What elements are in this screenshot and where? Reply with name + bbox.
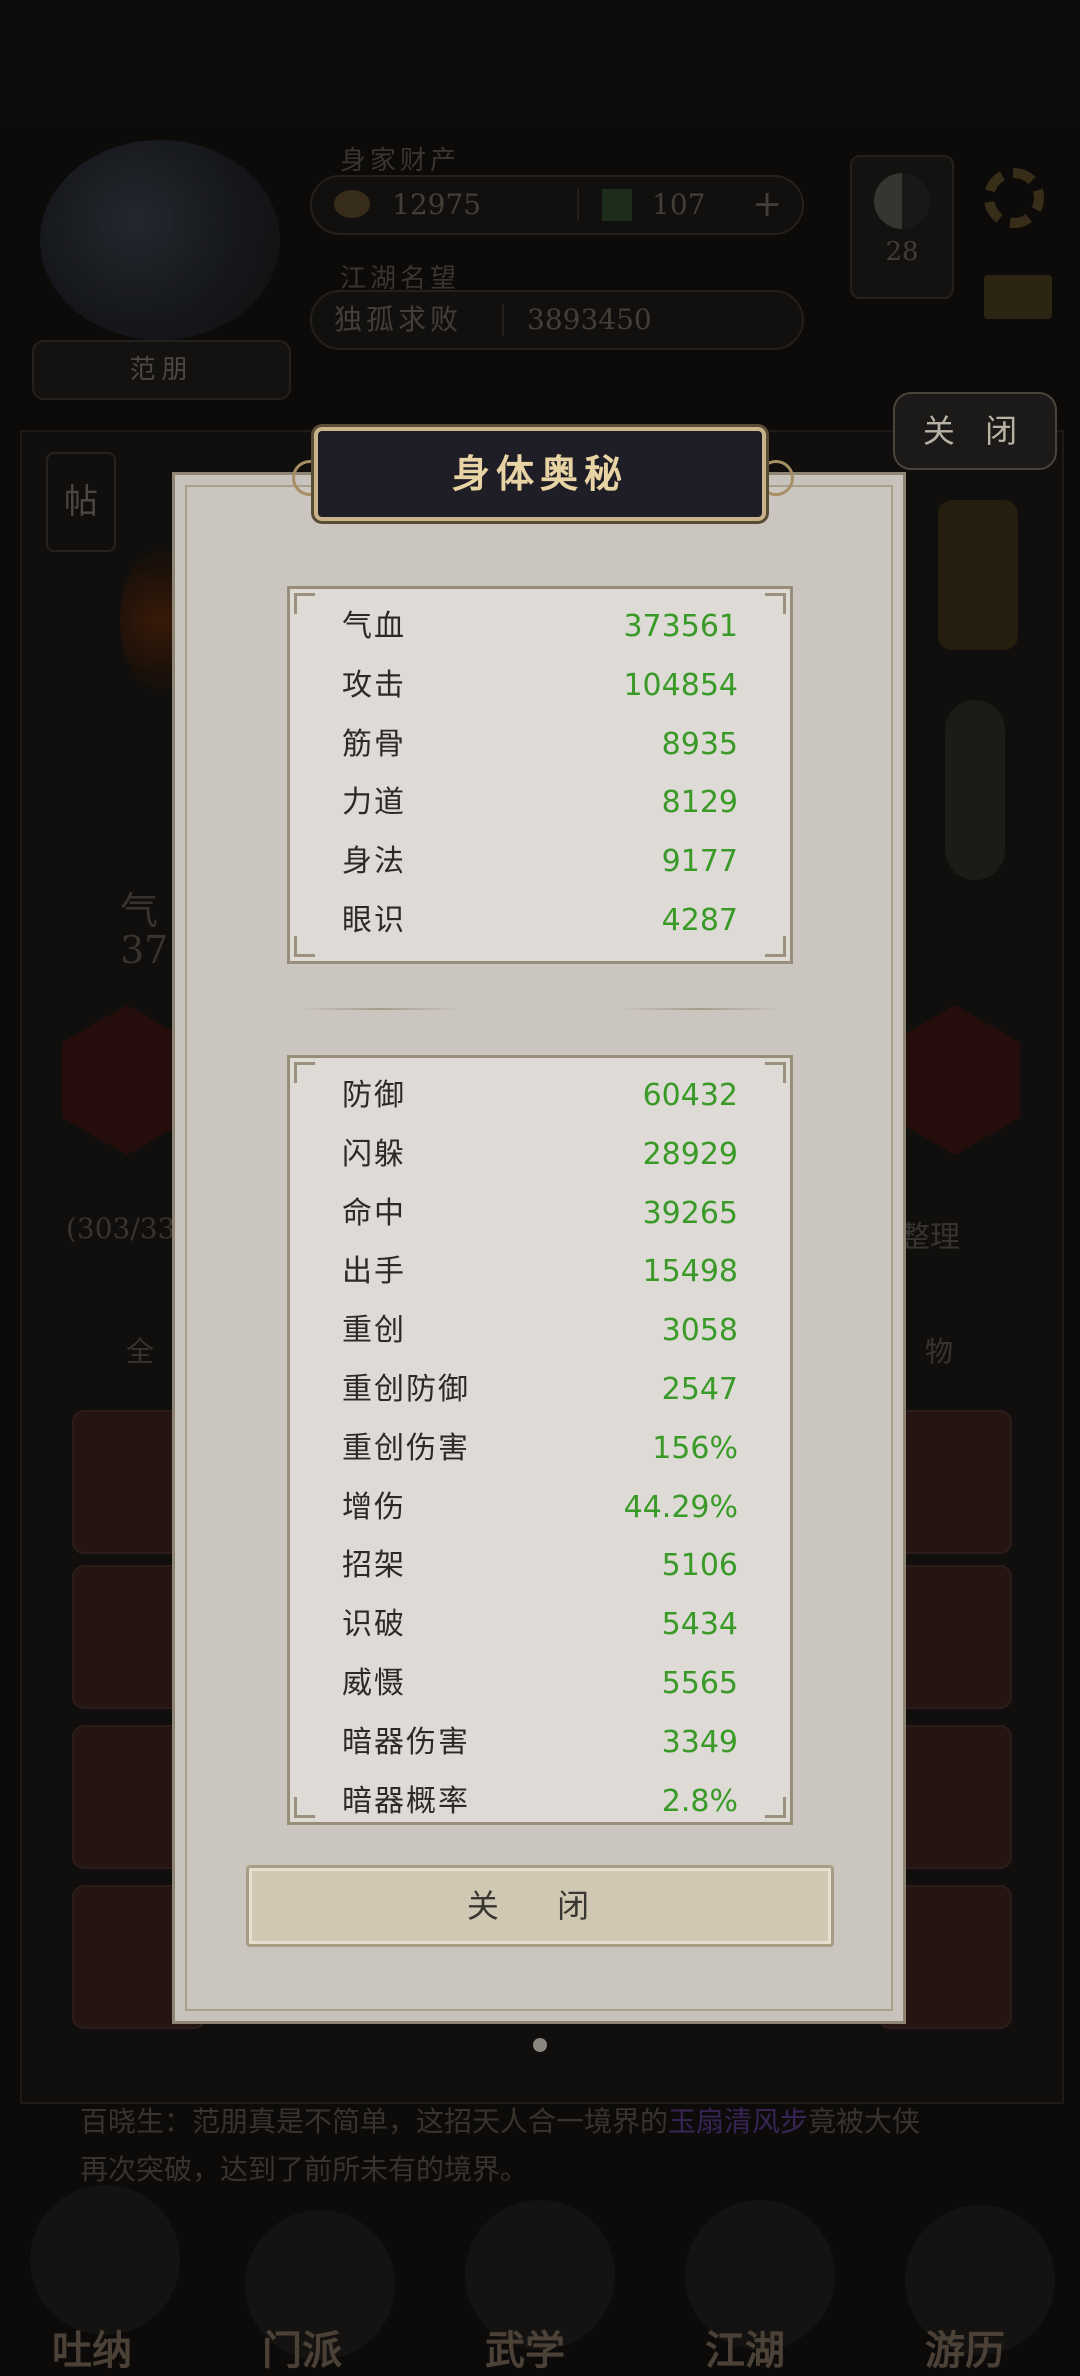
stat-row: 威慑 5565 bbox=[290, 1655, 790, 1713]
stat-name: 筋骨 bbox=[342, 726, 406, 762]
stat-value: 39265 bbox=[642, 1195, 738, 1231]
stat-row: 出手 15498 bbox=[290, 1243, 790, 1301]
stat-name: 重创 bbox=[342, 1313, 406, 1349]
stat-name: 命中 bbox=[342, 1195, 406, 1231]
stat-name: 招架 bbox=[342, 1548, 406, 1584]
stat-row: 闪躲 28929 bbox=[290, 1126, 790, 1184]
dialog-close-button[interactable]: 关 闭 bbox=[246, 1865, 834, 1947]
outer-close-button[interactable]: 关 闭 bbox=[893, 392, 1057, 470]
stat-row: 命中 39265 bbox=[290, 1185, 790, 1243]
ornament-divider-right bbox=[620, 1008, 780, 1010]
stat-row: 暗器伤害 3349 bbox=[290, 1714, 790, 1772]
stat-name: 威慑 bbox=[342, 1666, 406, 1701]
stat-row: 筋骨 8935 bbox=[290, 716, 790, 774]
stat-row: 重创伤害 156% bbox=[290, 1420, 790, 1478]
stat-name: 力道 bbox=[342, 785, 406, 821]
stat-row: 身法 9177 bbox=[290, 833, 790, 891]
stat-row: 防御 60432 bbox=[290, 1067, 790, 1125]
stat-row: 重创 3058 bbox=[290, 1302, 790, 1360]
stat-value: 4287 bbox=[661, 903, 738, 938]
stat-value: 2547 bbox=[661, 1372, 738, 1407]
stat-value: 3058 bbox=[661, 1313, 738, 1349]
stat-name: 防御 bbox=[342, 1078, 406, 1113]
stat-name: 眼识 bbox=[342, 903, 406, 938]
stat-name: 暗器概率 bbox=[342, 1783, 470, 1819]
stat-value: 15498 bbox=[642, 1254, 738, 1290]
advanced-stats-panel[interactable]: 防御 60432 闪躲 28929 命中 39265 出手 15498 重创 3058 重创防御 25… bbox=[287, 1055, 793, 1825]
stat-name: 气血 bbox=[342, 609, 406, 644]
stat-value: 2.8% bbox=[661, 1783, 738, 1819]
stat-value: 44.29% bbox=[623, 1489, 738, 1525]
stat-value: 5434 bbox=[661, 1607, 738, 1643]
stat-name: 身法 bbox=[342, 844, 406, 880]
stat-row: 暗器概率 2.8% bbox=[290, 1773, 790, 1822]
dialog-title: 身体奥秘 bbox=[314, 427, 766, 521]
base-stats-panel: 气血 373561 攻击 104854 筋骨 8935 力道 8129 身法 9177 眼识 4287 bbox=[287, 586, 793, 964]
stat-name: 识破 bbox=[342, 1607, 406, 1643]
stat-row: 增伤 44.29% bbox=[290, 1479, 790, 1537]
stat-value: 8935 bbox=[661, 726, 738, 762]
page-indicator-dot bbox=[533, 2038, 547, 2052]
stat-name: 重创防御 bbox=[342, 1372, 470, 1407]
stat-value: 9177 bbox=[661, 844, 738, 880]
stat-name: 闪躲 bbox=[342, 1136, 406, 1172]
stat-name: 暗器伤害 bbox=[342, 1724, 470, 1760]
stat-value: 28929 bbox=[642, 1136, 738, 1172]
stat-value: 8129 bbox=[661, 785, 738, 821]
stat-row: 重创防御 2547 bbox=[290, 1361, 790, 1419]
stat-value: 3349 bbox=[661, 1724, 738, 1760]
ornament-divider-left bbox=[300, 1008, 460, 1010]
stat-name: 重创伤害 bbox=[342, 1430, 470, 1466]
stat-row: 攻击 104854 bbox=[290, 657, 790, 715]
stat-value: 5106 bbox=[661, 1548, 738, 1584]
stat-row: 气血 373561 bbox=[290, 598, 790, 656]
stat-value: 60432 bbox=[642, 1078, 738, 1113]
stat-row: 力道 8129 bbox=[290, 774, 790, 832]
stat-value: 156% bbox=[652, 1430, 738, 1466]
stat-name: 攻击 bbox=[342, 667, 406, 703]
stat-name: 出手 bbox=[342, 1254, 406, 1290]
stat-value: 5565 bbox=[661, 1666, 738, 1701]
stat-row: 眼识 4287 bbox=[290, 892, 790, 950]
stat-value: 104854 bbox=[623, 667, 738, 703]
stat-row: 识破 5434 bbox=[290, 1596, 790, 1654]
stat-value: 373561 bbox=[623, 609, 738, 644]
stat-row: 招架 5106 bbox=[290, 1537, 790, 1595]
stat-name: 增伤 bbox=[342, 1489, 406, 1525]
